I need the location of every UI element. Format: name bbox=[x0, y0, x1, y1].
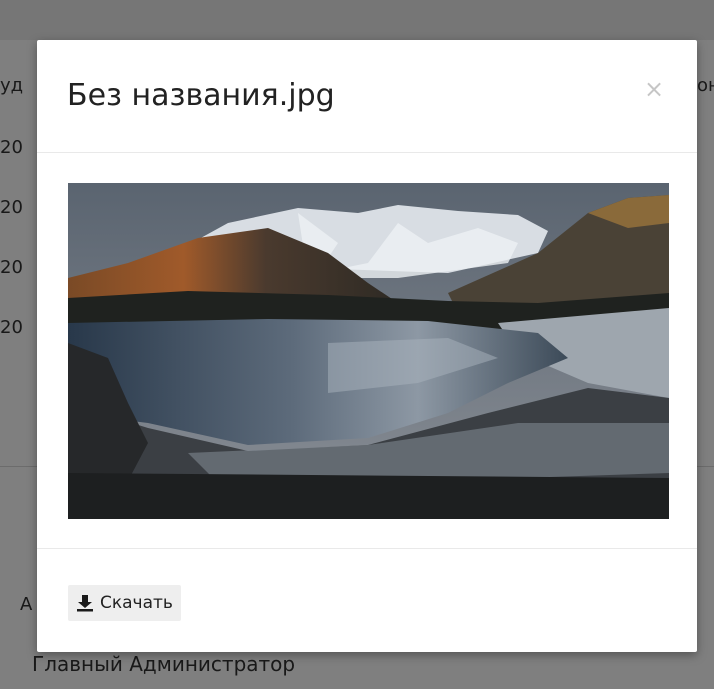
download-icon bbox=[77, 595, 93, 612]
download-button[interactable]: Скачать bbox=[68, 585, 181, 621]
modal-header: Без названия.jpg × bbox=[37, 40, 697, 153]
modal-title: Без названия.jpg bbox=[67, 78, 335, 113]
modal-footer: Скачать bbox=[37, 548, 697, 653]
mountain-lake-photo bbox=[68, 183, 669, 519]
modal-body bbox=[37, 153, 697, 548]
close-button[interactable]: × bbox=[641, 76, 667, 102]
download-button-label: Скачать bbox=[100, 593, 173, 613]
image-preview-modal: Без названия.jpg × Скачать bbox=[37, 40, 697, 652]
